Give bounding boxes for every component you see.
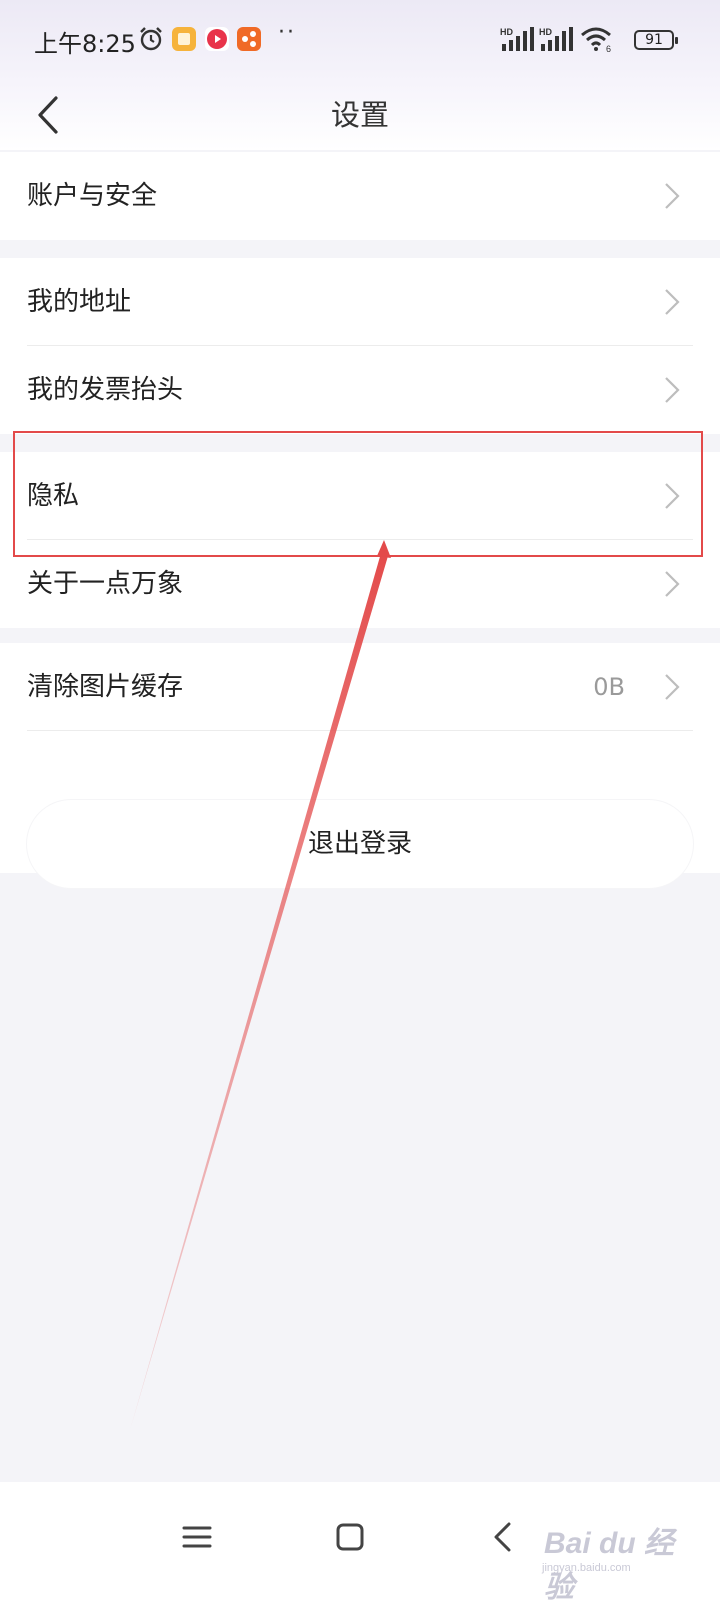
row-label: 我的发票抬头 — [27, 375, 184, 405]
chevron-right-icon — [665, 483, 680, 509]
row-label: 关于一点万象 — [27, 569, 184, 599]
row-account-security[interactable]: 账户与安全 — [0, 152, 720, 240]
app-share-icon — [237, 27, 261, 51]
divider — [27, 730, 693, 731]
row-clear-image-cache[interactable]: 清除图片缓存 0B — [0, 643, 720, 731]
cache-size-value: 0B — [593, 673, 625, 701]
status-bar: 上午8:25 ·· HD HD 6 91 — [0, 0, 720, 80]
status-time: 上午8:25 — [34, 30, 136, 58]
wifi-sub-label: 6 — [606, 44, 611, 52]
page-title: 设置 — [330, 98, 389, 132]
nav-bar: 设置 — [0, 80, 720, 150]
back-icon[interactable] — [478, 1512, 528, 1562]
signal-icon: HD — [539, 27, 573, 51]
alarm-icon — [140, 27, 162, 51]
app-notes-icon — [172, 27, 196, 51]
row-label: 隐私 — [27, 481, 80, 511]
chevron-right-icon — [665, 289, 680, 315]
system-nav-bar: Bai du 经验 jingyan.baidu.com — [0, 1482, 720, 1600]
row-label: 清除图片缓存 — [27, 672, 184, 702]
row-label: 我的地址 — [27, 287, 132, 317]
logout-button[interactable]: 退出登录 — [27, 800, 693, 888]
row-privacy[interactable]: 隐私 — [0, 452, 720, 540]
group-gap — [0, 434, 720, 452]
chevron-right-icon — [665, 183, 680, 209]
wifi-icon: 6 — [581, 27, 611, 52]
row-my-address[interactable]: 我的地址 — [0, 258, 720, 346]
watermark-text: Bai du 经验 — [544, 1527, 675, 1600]
app-video-icon — [205, 27, 229, 51]
signal-label-1: HD — [500, 27, 513, 37]
baidu-watermark: Bai du 经验 jingyan.baidu.com — [540, 1500, 690, 1600]
menu-icon[interactable] — [172, 1512, 222, 1562]
signal-icon: HD — [500, 27, 534, 51]
chevron-right-icon — [665, 674, 680, 700]
chevron-right-icon — [665, 377, 680, 403]
signal-label-2: HD — [539, 27, 552, 37]
settings-group-main: 我的地址 我的发票抬头 隐私 关于一点万象 — [0, 258, 720, 628]
more-notifications-indicator: ·· — [278, 20, 296, 45]
row-label: 账户与安全 — [27, 181, 158, 211]
chevron-right-icon — [665, 571, 680, 597]
row-about[interactable]: 关于一点万象 — [0, 540, 720, 628]
settings-group-account: 账户与安全 — [0, 152, 720, 240]
row-invoice-title[interactable]: 我的发票抬头 — [0, 346, 720, 434]
home-icon[interactable] — [325, 1512, 375, 1562]
watermark-url: jingyan.baidu.com — [542, 1562, 631, 1574]
battery-icon: 91 — [634, 30, 678, 50]
